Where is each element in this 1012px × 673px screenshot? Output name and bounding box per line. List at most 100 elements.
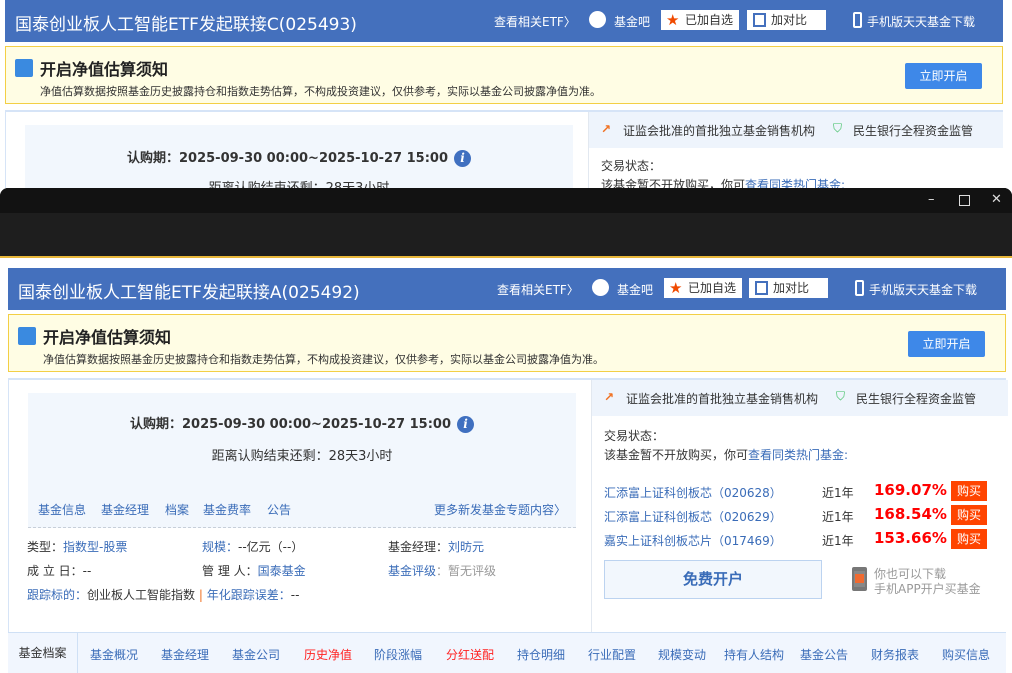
nav-holder-structure[interactable]: 持有人结构 bbox=[724, 646, 784, 663]
nav-history-nav[interactable]: 历史净值 bbox=[304, 646, 352, 663]
rating-label[interactable]: 基金评级 bbox=[388, 564, 436, 578]
favorite-button[interactable]: ★ 已加自选 bbox=[664, 278, 742, 298]
titlebar: – ✕ bbox=[0, 188, 1012, 213]
link-announcements[interactable]: 公告 bbox=[267, 501, 291, 518]
compare-button[interactable]: 加对比 bbox=[749, 278, 828, 298]
buy-button[interactable]: 购买 bbox=[951, 529, 987, 549]
shield-icon: ⛉ bbox=[833, 121, 843, 135]
nav-manager[interactable]: 基金经理 bbox=[161, 646, 209, 663]
fund-title: 国泰创业板人工智能ETF发起联接C(025493) bbox=[15, 15, 357, 35]
enable-button[interactable]: 立即开启 bbox=[908, 331, 985, 357]
link-fund-manager[interactable]: 基金经理 bbox=[101, 501, 149, 518]
fund-name-link[interactable]: 嘉实上证科创板芯片（017469） bbox=[604, 532, 782, 549]
forum-link[interactable]: 基金吧 bbox=[617, 281, 653, 298]
similar-funds-link[interactable]: 查看同类热门基金: bbox=[748, 448, 848, 462]
established-value: -- bbox=[82, 564, 92, 578]
manager-link[interactable]: 刘昉元 bbox=[448, 540, 484, 554]
nav-stage-returns[interactable]: 阶段涨幅 bbox=[374, 646, 422, 663]
track-label[interactable]: 跟踪标的： bbox=[27, 588, 87, 602]
nav-scale-change[interactable]: 规模变动 bbox=[658, 646, 706, 663]
fund-return: 169.07% bbox=[874, 481, 947, 499]
nav-company[interactable]: 基金公司 bbox=[232, 646, 280, 663]
trust-text: 证监会批准的首批独立基金销售机构 bbox=[626, 392, 819, 406]
fund-name-link[interactable]: 汇添富上证科创板芯（020628） bbox=[604, 484, 782, 501]
scale-label[interactable]: 规模： bbox=[202, 540, 238, 554]
checkbox-icon bbox=[753, 13, 766, 27]
nav-holdings[interactable]: 持仓明细 bbox=[517, 646, 565, 663]
period-label: 认购期： bbox=[126, 151, 179, 166]
favorite-button[interactable]: ★ 已加自选 bbox=[661, 10, 739, 30]
nav-overview[interactable]: 基金概况 bbox=[90, 646, 138, 663]
favorite-label: 已加自选 bbox=[688, 281, 737, 295]
company-label: 管 理 人： bbox=[202, 564, 258, 578]
track-value: 创业板人工智能指数 bbox=[87, 588, 196, 602]
more-new-funds-link[interactable]: 更多新发基金专题内容〉 bbox=[434, 501, 566, 518]
notice-desc: 净值估算数据按照基金历史披露持仓和指数走势估算，不构成投资建议，仅供参考，实际以… bbox=[43, 353, 604, 366]
subscription-box: 认购期：2025-09-30 00:00~2025-10-27 15:00 i 距… bbox=[25, 125, 573, 188]
star-icon: ★ bbox=[669, 279, 683, 297]
period-label: 认购期： bbox=[129, 417, 182, 432]
info-icon[interactable]: i bbox=[457, 416, 475, 433]
nav-financials[interactable]: 财务报表 bbox=[871, 646, 919, 663]
nav-fund-archive[interactable]: 基金档案 bbox=[8, 633, 78, 673]
type-link[interactable]: 指数型-股票 bbox=[63, 540, 127, 554]
right-panel: ↗ 证监会批准的首批独立基金销售机构 ⛉ 民生银行全程资金监管 交易状态： 该基… bbox=[591, 380, 1008, 634]
established-label: 成 立 日： bbox=[27, 564, 83, 578]
shield-icon: ⛉ bbox=[836, 389, 846, 403]
right-panel: ↗ 证监会批准的首批独立基金销售机构 ⛉ 民生银行全程资金监管 交易状态： 该基… bbox=[588, 112, 1003, 188]
nav-dividends[interactable]: 分红送配 bbox=[446, 646, 494, 663]
trade-status-text: 该基金暂不开放购买，你可 bbox=[604, 448, 749, 462]
notice-title: 开启净值估算须知 bbox=[40, 60, 169, 79]
forum-link[interactable]: 基金吧 bbox=[614, 13, 650, 30]
nav-purchase-info[interactable]: 购买信息 bbox=[942, 646, 990, 663]
compare-label: 加对比 bbox=[773, 281, 810, 295]
fund-window-c: 国泰创业板人工智能ETF发起联接C(025493) 查看相关ETF〉 基金吧 ★… bbox=[5, 0, 1003, 188]
related-etf-link[interactable]: 查看相关ETF〉 bbox=[497, 281, 579, 298]
link-archive[interactable]: 档案 bbox=[165, 501, 189, 518]
close-icon[interactable]: ✕ bbox=[991, 192, 1002, 207]
header: 国泰创业板人工智能ETF发起联接A(025492) 查看相关ETF〉 基金吧 ★… bbox=[8, 268, 1006, 310]
fund-period: 近1年 bbox=[822, 486, 854, 500]
download-link[interactable]: 手机版天天基金下载 bbox=[869, 281, 977, 298]
similar-funds-link[interactable]: 查看同类热门基金: bbox=[745, 178, 845, 188]
enable-button[interactable]: 立即开启 bbox=[905, 63, 982, 89]
open-account-button[interactable]: 免费开户 bbox=[604, 560, 822, 599]
minimize-icon[interactable]: – bbox=[928, 192, 935, 207]
fund-window-a: 国泰创业板人工智能ETF发起联接A(025492) 查看相关ETF〉 基金吧 ★… bbox=[8, 268, 1008, 673]
company-link[interactable]: 国泰基金 bbox=[258, 564, 306, 578]
compare-button[interactable]: 加对比 bbox=[747, 10, 826, 30]
nav-announcements[interactable]: 基金公告 bbox=[800, 646, 848, 663]
chart-icon bbox=[18, 327, 36, 345]
nav-industry[interactable]: 行业配置 bbox=[588, 646, 636, 663]
chat-icon bbox=[592, 279, 609, 296]
notice-title: 开启净值估算须知 bbox=[43, 328, 172, 347]
buy-button[interactable]: 购买 bbox=[951, 481, 987, 501]
related-etf-link[interactable]: 查看相关ETF〉 bbox=[494, 13, 576, 30]
trend-icon: ↗ bbox=[604, 390, 615, 404]
link-fees[interactable]: 基金费率 bbox=[203, 501, 251, 518]
tracking-error-label[interactable]: 年化跟踪误差： bbox=[207, 588, 291, 602]
rating-value: ：暂无评级 bbox=[436, 564, 497, 578]
trade-status-label: 交易状态： bbox=[601, 159, 662, 173]
fund-period: 近1年 bbox=[822, 534, 854, 548]
fund-period: 近1年 bbox=[822, 510, 854, 524]
download-link[interactable]: 手机版天天基金下载 bbox=[867, 13, 975, 30]
fund-name-link[interactable]: 汇添富上证科创板芯（020629） bbox=[604, 508, 782, 525]
bank-text: 民生银行全程资金监管 bbox=[856, 392, 977, 406]
phone-icon bbox=[853, 12, 862, 28]
buy-button[interactable]: 购买 bbox=[951, 505, 987, 525]
checkbox-icon bbox=[755, 281, 768, 295]
app-line-2: 手机APP开户买基金 bbox=[874, 582, 981, 596]
trust-bar: ↗ 证监会批准的首批独立基金销售机构 ⛉ 民生银行全程资金监管 bbox=[589, 112, 1003, 148]
dark-window: – ✕ bbox=[0, 188, 1012, 258]
phone-icon bbox=[855, 280, 864, 296]
maximize-icon[interactable] bbox=[959, 195, 970, 206]
countdown: 距离认购结束还剩：28天3小时 bbox=[211, 449, 393, 464]
info-icon[interactable]: i bbox=[454, 150, 472, 167]
estimate-notice: 开启净值估算须知 净值估算数据按照基金历史披露持仓和指数走势估算，不构成投资建议… bbox=[8, 314, 1006, 372]
period-value: 2025-09-30 00:00~2025-10-27 15:00 bbox=[182, 417, 452, 432]
link-fund-info[interactable]: 基金信息 bbox=[38, 501, 86, 518]
scale-value: --亿元（--） bbox=[238, 540, 304, 554]
period-value: 2025-09-30 00:00~2025-10-27 15:00 bbox=[179, 151, 449, 166]
bank-text: 民生银行全程资金监管 bbox=[853, 124, 974, 138]
